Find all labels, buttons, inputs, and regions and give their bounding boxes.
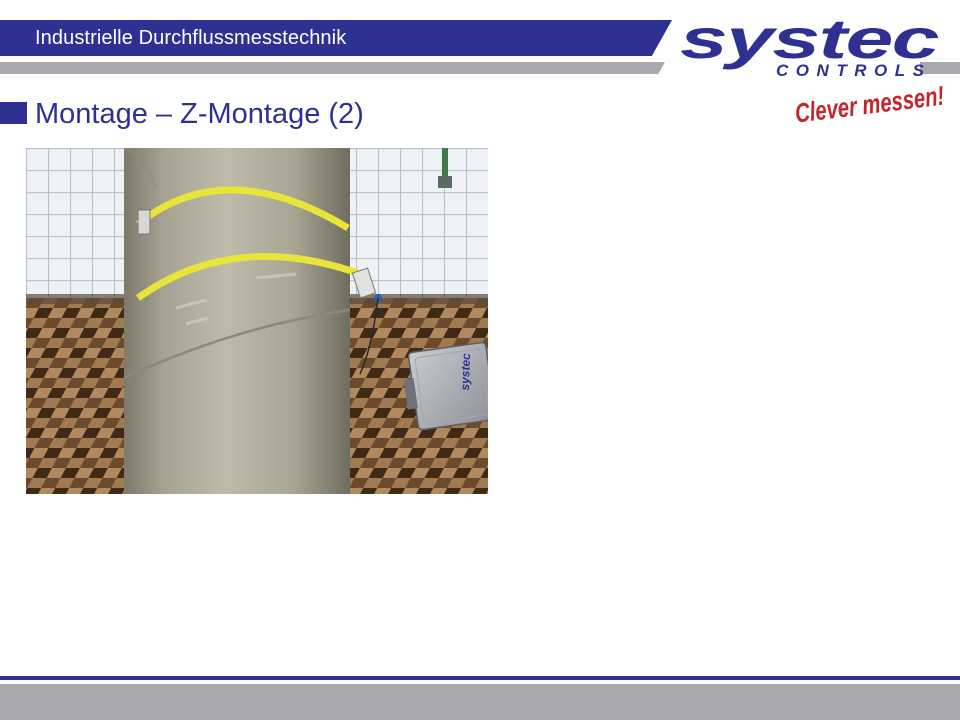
title-bullet (0, 102, 27, 124)
footer-line (0, 676, 960, 680)
footer-band (0, 684, 960, 720)
installation-photo: systec (26, 148, 488, 494)
slide-title: Montage – Z-Montage (2) (35, 98, 364, 130)
header-stripe (0, 62, 665, 74)
header-title: Industrielle Durchflussmesstechnik (35, 27, 347, 49)
logo-slogan: Clever messen! (793, 81, 946, 125)
case-label: systec (458, 353, 473, 391)
systec-logo: systec CONTROLS Clever messen! (680, 10, 946, 125)
